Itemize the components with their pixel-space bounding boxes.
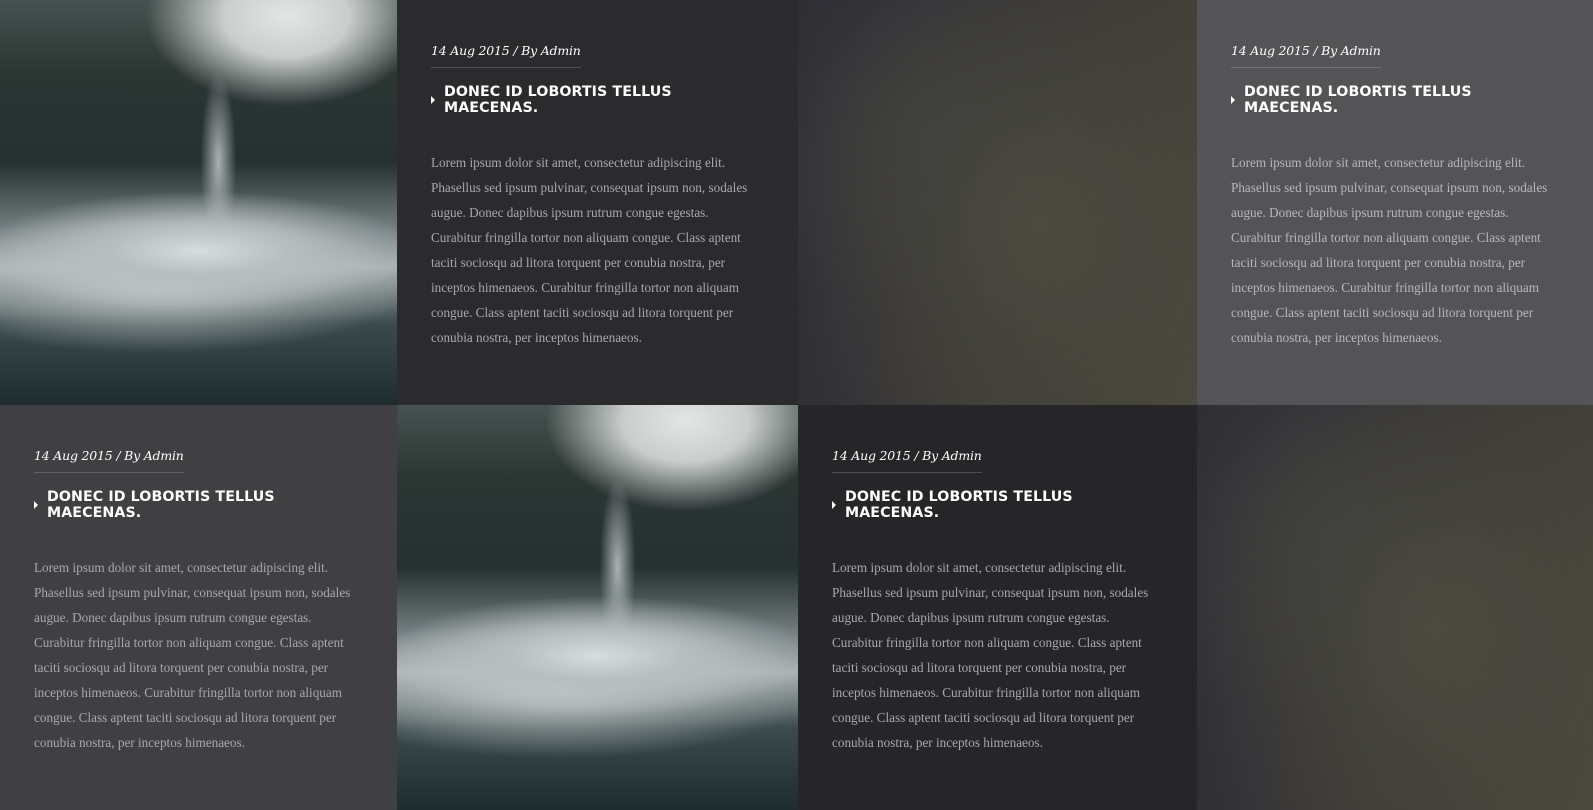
caret-right-icon: [832, 501, 836, 509]
post-excerpt: Lorem ipsum dolor sit amet, consectetur …: [431, 155, 748, 345]
post-image-waterfall[interactable]: [0, 0, 397, 405]
post-title-link[interactable]: DONEC ID LOBORTIS TELLUS MAECENAS.: [444, 84, 764, 116]
caret-right-icon: [34, 501, 38, 509]
post-title-link[interactable]: DONEC ID LOBORTIS TELLUS MAECENAS.: [1244, 84, 1559, 116]
post-title-link[interactable]: DONEC ID LOBORTIS TELLUS MAECENAS.: [47, 489, 363, 521]
caret-right-icon: [431, 96, 435, 104]
post-card: 14 Aug 2015 / By Admin DONEC ID LOBORTIS…: [397, 0, 798, 405]
post-meta[interactable]: 14 Aug 2015 / By Admin: [1231, 43, 1381, 68]
post-image-forest[interactable]: [1197, 405, 1593, 810]
post-title-row[interactable]: DONEC ID LOBORTIS TELLUS MAECENAS.: [1231, 84, 1559, 116]
post-image-waterfall[interactable]: [397, 405, 798, 810]
post-image-forest[interactable]: [798, 0, 1197, 405]
post-meta[interactable]: 14 Aug 2015 / By Admin: [832, 448, 982, 473]
post-title-row[interactable]: DONEC ID LOBORTIS TELLUS MAECENAS.: [832, 489, 1163, 521]
post-excerpt: Lorem ipsum dolor sit amet, consectetur …: [832, 560, 1149, 750]
post-title-row[interactable]: DONEC ID LOBORTIS TELLUS MAECENAS.: [431, 84, 764, 116]
caret-right-icon: [1231, 96, 1235, 104]
post-meta[interactable]: 14 Aug 2015 / By Admin: [431, 43, 581, 68]
post-card: 14 Aug 2015 / By Admin DONEC ID LOBORTIS…: [1197, 0, 1593, 405]
blog-grid: 14 Aug 2015 / By Admin DONEC ID LOBORTIS…: [0, 0, 1593, 810]
post-title-row[interactable]: DONEC ID LOBORTIS TELLUS MAECENAS.: [34, 489, 363, 521]
post-title-link[interactable]: DONEC ID LOBORTIS TELLUS MAECENAS.: [845, 489, 1163, 521]
post-card: 14 Aug 2015 / By Admin DONEC ID LOBORTIS…: [798, 405, 1197, 810]
post-meta[interactable]: 14 Aug 2015 / By Admin: [34, 448, 184, 473]
post-excerpt: Lorem ipsum dolor sit amet, consectetur …: [34, 560, 351, 750]
post-card: 14 Aug 2015 / By Admin DONEC ID LOBORTIS…: [0, 405, 397, 810]
post-excerpt: Lorem ipsum dolor sit amet, consectetur …: [1231, 155, 1548, 345]
